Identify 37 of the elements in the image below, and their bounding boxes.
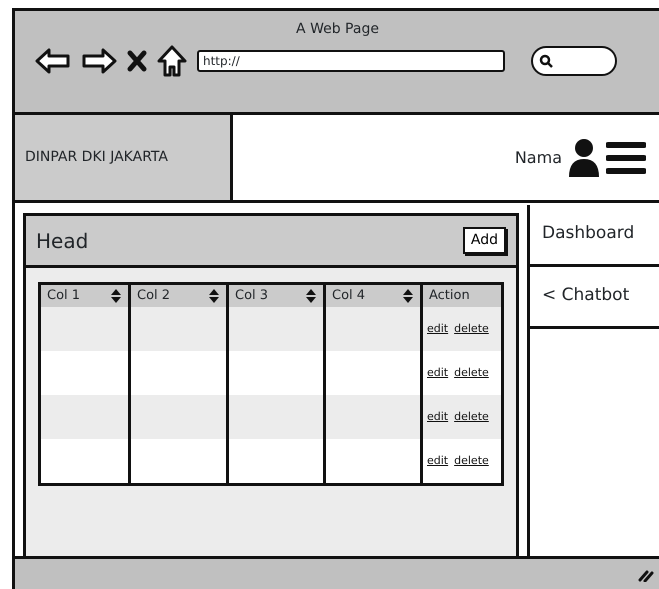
panel-title: Head <box>36 228 88 254</box>
delete-link[interactable]: delete <box>454 364 489 382</box>
delete-link[interactable]: delete <box>454 452 489 470</box>
column-label: Col 3 <box>235 287 268 306</box>
back-icon[interactable] <box>35 48 71 74</box>
column-header-cell[interactable]: Col 4 <box>326 285 423 307</box>
column-label: Col 2 <box>137 287 170 306</box>
column-header-cell[interactable]: Action <box>423 285 501 307</box>
column-header-cell[interactable]: Col 2 <box>131 285 229 307</box>
sort-icon[interactable] <box>402 288 414 304</box>
menu-icon[interactable] <box>606 140 646 176</box>
column-header-cell[interactable]: Col 1 <box>41 285 131 307</box>
user-icon[interactable] <box>568 138 600 178</box>
sort-icon[interactable] <box>305 288 317 304</box>
close-icon[interactable] <box>127 50 147 72</box>
window-title: A Web Page <box>295 20 380 39</box>
column-label: Col 1 <box>47 287 80 306</box>
address-field[interactable]: http:// <box>197 50 505 72</box>
search-field[interactable] <box>531 46 617 76</box>
brand-label: DINPAR DKI JAKARTA <box>25 148 168 167</box>
resize-grip-icon[interactable] <box>638 568 654 582</box>
column-header-cell[interactable]: Col 3 <box>229 285 326 307</box>
user-name: Nama <box>514 146 562 168</box>
edit-link[interactable]: edit <box>427 452 448 470</box>
delete-link[interactable]: delete <box>454 320 489 338</box>
home-icon[interactable] <box>157 45 187 77</box>
delete-link[interactable]: delete <box>454 408 489 426</box>
sort-icon[interactable] <box>110 288 122 304</box>
forward-icon[interactable] <box>81 48 117 74</box>
edit-link[interactable]: edit <box>427 320 448 338</box>
edit-link[interactable]: edit <box>427 364 448 382</box>
edit-link[interactable]: edit <box>427 408 448 426</box>
search-icon <box>539 54 553 68</box>
column-label: Action <box>429 287 470 306</box>
column-label: Col 4 <box>332 287 366 306</box>
sort-icon[interactable] <box>208 288 220 304</box>
add-button[interactable]: Add <box>462 227 506 254</box>
